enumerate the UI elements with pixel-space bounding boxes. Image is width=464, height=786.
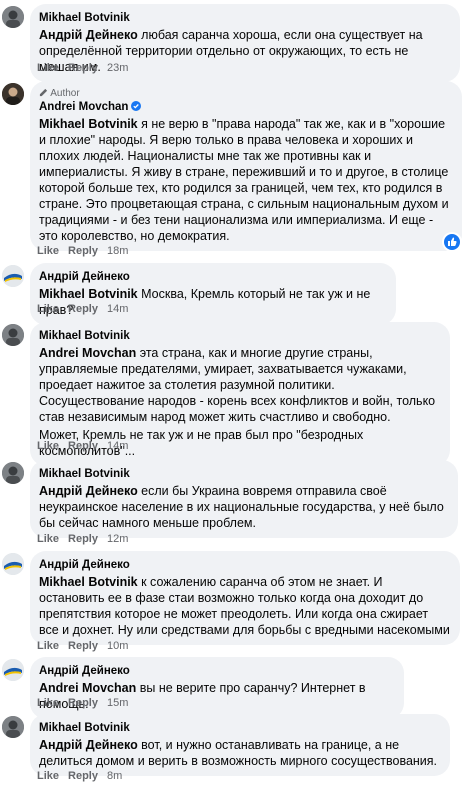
comment-actions: Like Reply 14m xyxy=(37,302,128,316)
reply-button[interactable]: Reply xyxy=(68,697,98,709)
like-button[interactable]: Like xyxy=(37,640,59,652)
comment-timestamp[interactable]: 14m xyxy=(107,440,128,452)
avatar[interactable] xyxy=(2,265,24,287)
comment-actions: Like Reply 15m xyxy=(37,696,128,710)
author-badge-label: Author xyxy=(50,88,80,99)
comment-timestamp[interactable]: 8m xyxy=(107,770,122,782)
comment-thread: Mikhael Botvinik Андрій Дейнеко любая са… xyxy=(0,0,464,786)
mention-link[interactable]: Andrei Movchan xyxy=(39,681,136,695)
comment-actions: Like Reply 10m xyxy=(37,639,128,653)
comment-text: Andrei Movchan эта страна, как и многие … xyxy=(39,345,441,425)
avatar[interactable] xyxy=(2,324,24,346)
comment-timestamp[interactable]: 10m xyxy=(107,640,128,652)
avatar[interactable] xyxy=(2,83,24,105)
like-reaction-icon[interactable] xyxy=(444,234,460,250)
comment-bubble: Андрій Дейнеко Mikhael Botvinik к сожале… xyxy=(30,551,460,645)
reply-button[interactable]: Reply xyxy=(68,245,98,257)
mention-link[interactable]: Андрій Дейнеко xyxy=(39,738,138,752)
comment-author[interactable]: Andrei Movchan xyxy=(39,100,453,114)
mention-link[interactable]: Андрій Дейнеко xyxy=(39,484,138,498)
verified-badge-icon xyxy=(131,101,142,111)
comment-actions: Like Reply 18m xyxy=(37,244,128,258)
comment-timestamp[interactable]: 23m xyxy=(107,62,128,74)
reply-button[interactable]: Reply xyxy=(68,640,98,652)
comment-author[interactable]: Андрій Дейнеко xyxy=(39,664,395,678)
comment-timestamp[interactable]: 15m xyxy=(107,697,128,709)
comment-author[interactable]: Андрій Дейнеко xyxy=(39,270,387,284)
comment-actions: Like Reply 23m xyxy=(37,61,128,75)
comment-bubble: Author Andrei Movchan Mikhael Botvinik я… xyxy=(30,81,462,251)
comment-bubble: Mikhael Botvinik Андрій Дейнеко вот, и н… xyxy=(30,714,450,776)
comment-author[interactable]: Mikhael Botvinik xyxy=(39,11,451,25)
comment-actions: Like Reply 8m xyxy=(37,769,122,783)
like-button[interactable]: Like xyxy=(37,62,59,74)
reply-button[interactable]: Reply xyxy=(68,440,98,452)
reply-button[interactable]: Reply xyxy=(68,770,98,782)
like-button[interactable]: Like xyxy=(37,245,59,257)
comment-bubble: Mikhael Botvinik Андрій Дейнеко если бы … xyxy=(30,460,458,538)
avatar[interactable] xyxy=(2,553,24,575)
mention-link[interactable]: Андрій Дейнеко xyxy=(39,28,138,42)
avatar[interactable] xyxy=(2,462,24,484)
comment-author[interactable]: Mikhael Botvinik xyxy=(39,721,441,735)
comment-timestamp[interactable]: 18m xyxy=(107,245,128,257)
comment-author[interactable]: Mikhael Botvinik xyxy=(39,329,441,343)
comment-body: я не верю в "права народа" так же, как и… xyxy=(39,117,449,243)
comment-author[interactable]: Андрій Дейнеко xyxy=(39,558,451,572)
like-button[interactable]: Like xyxy=(37,440,59,452)
comment-text: Андрій Дейнеко если бы Украина вовремя о… xyxy=(39,483,449,531)
avatar[interactable] xyxy=(2,6,24,28)
mention-link[interactable]: Mikhael Botvinik xyxy=(39,575,138,589)
avatar[interactable] xyxy=(2,659,24,681)
like-button[interactable]: Like xyxy=(37,697,59,709)
like-button[interactable]: Like xyxy=(37,770,59,782)
comment-text: Андрій Дейнеко вот, и нужно останавливат… xyxy=(39,737,441,769)
like-button[interactable]: Like xyxy=(37,533,59,545)
avatar[interactable] xyxy=(2,716,24,738)
author-badge: Author xyxy=(39,88,453,100)
comment-text: Mikhael Botvinik я не верю в "права наро… xyxy=(39,116,453,244)
comment-actions: Like Reply 14m xyxy=(37,439,128,453)
mention-link[interactable]: Mikhael Botvinik xyxy=(39,117,138,131)
comment-timestamp[interactable]: 12m xyxy=(107,533,128,545)
reply-button[interactable]: Reply xyxy=(68,533,98,545)
mention-link[interactable]: Andrei Movchan xyxy=(39,346,136,360)
mention-link[interactable]: Mikhael Botvinik xyxy=(39,287,138,301)
comment-author-name[interactable]: Andrei Movchan xyxy=(39,101,128,113)
comment-actions: Like Reply 12m xyxy=(37,532,128,546)
reply-button[interactable]: Reply xyxy=(68,62,98,74)
comment-text: Mikhael Botvinik к сожалению саранча об … xyxy=(39,574,451,638)
pencil-icon xyxy=(39,88,48,97)
comment-author[interactable]: Mikhael Botvinik xyxy=(39,467,449,481)
comment-timestamp[interactable]: 14m xyxy=(107,303,128,315)
reply-button[interactable]: Reply xyxy=(68,303,98,315)
like-button[interactable]: Like xyxy=(37,303,59,315)
